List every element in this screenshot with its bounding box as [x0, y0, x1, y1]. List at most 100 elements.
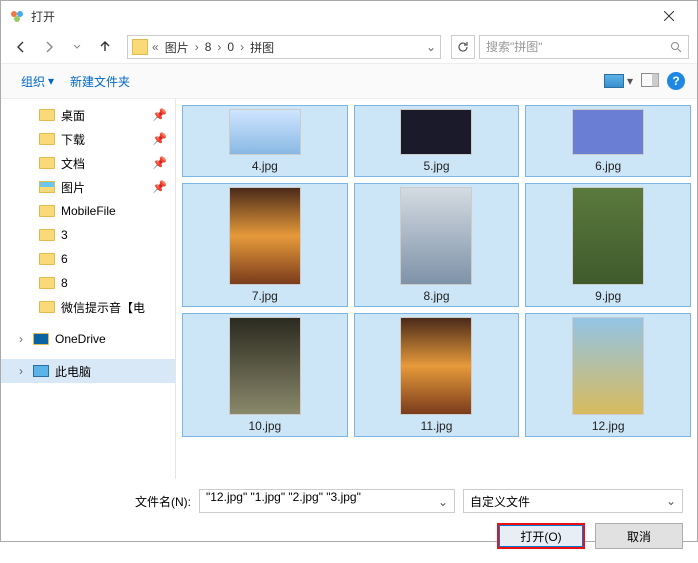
close-button[interactable]	[649, 1, 689, 31]
view-mode-button[interactable]: ▾	[604, 74, 633, 88]
cancel-button[interactable]: 取消	[595, 523, 683, 549]
thumbnail	[400, 109, 472, 155]
folder-icon	[39, 229, 55, 241]
file-name: 11.jpg	[421, 419, 453, 433]
file-item[interactable]: 10.jpg	[182, 313, 348, 437]
thumbnail	[572, 317, 644, 415]
sidebar-item[interactable]: 6	[1, 247, 175, 271]
open-button[interactable]: 打开(O)	[497, 523, 585, 549]
pin-icon: 📌	[152, 156, 167, 170]
sidebar-item[interactable]: MobileFile	[1, 199, 175, 223]
thumbnail	[229, 187, 301, 285]
sidebar-item[interactable]: 3	[1, 223, 175, 247]
sidebar-label: 6	[61, 252, 68, 266]
file-item[interactable]: 6.jpg	[525, 105, 691, 177]
help-button[interactable]: ?	[667, 72, 685, 90]
search-input[interactable]	[486, 40, 670, 54]
file-item[interactable]: 8.jpg	[354, 183, 520, 307]
nav-row: « 图片 › 8 › 0 › 拼图 ⌄	[1, 31, 697, 63]
sidebar-item[interactable]: 图片 📌	[1, 175, 175, 199]
folder-icon	[39, 181, 55, 193]
thumbnail	[400, 317, 472, 415]
breadcrumb-item[interactable]: 拼图	[248, 39, 276, 56]
search-icon	[670, 41, 682, 53]
breadcrumb[interactable]: « 图片 › 8 › 0 › 拼图 ⌄	[127, 35, 441, 59]
file-item[interactable]: 9.jpg	[525, 183, 691, 307]
file-name: 6.jpg	[595, 159, 621, 173]
recent-dropdown[interactable]	[65, 35, 89, 59]
sidebar-label: 图片	[61, 179, 85, 196]
pin-icon: 📌	[152, 132, 167, 146]
sidebar-label: OneDrive	[55, 332, 106, 346]
file-item[interactable]: 12.jpg	[525, 313, 691, 437]
file-name: 7.jpg	[252, 289, 278, 303]
chevron-down-icon[interactable]: ⌄	[426, 40, 436, 54]
toolbar: 组织 ▾ 新建文件夹 ▾ ?	[1, 63, 697, 99]
pc-icon	[33, 365, 49, 377]
window-title: 打开	[31, 8, 649, 25]
chevron-down-icon[interactable]: ⌄	[438, 495, 450, 509]
folder-icon	[39, 109, 55, 121]
thumbnail	[229, 109, 301, 155]
filetype-select[interactable]: 自定义文件 ⌄	[463, 489, 683, 513]
folder-icon	[132, 39, 148, 55]
preview-pane-button[interactable]	[641, 73, 659, 90]
folder-icon	[39, 253, 55, 265]
refresh-button[interactable]	[451, 35, 475, 59]
sidebar-item[interactable]: 8	[1, 271, 175, 295]
titlebar: 打开	[1, 1, 697, 31]
sidebar-item[interactable]: 桌面 📌	[1, 103, 175, 127]
footer: 文件名(N): "12.jpg" "1.jpg" "2.jpg" "3.jpg"…	[1, 479, 697, 563]
chevron-right-icon: ›	[215, 40, 223, 54]
filetype-value: 自定义文件	[470, 493, 530, 510]
file-item[interactable]: 5.jpg	[354, 105, 520, 177]
breadcrumb-item[interactable]: 0	[225, 40, 236, 54]
onedrive-icon	[33, 333, 49, 345]
up-button[interactable]	[93, 35, 117, 59]
pin-icon: 📌	[152, 180, 167, 194]
sidebar-label: MobileFile	[61, 204, 116, 218]
sidebar-label: 8	[61, 276, 68, 290]
chevron-right-icon: ›	[19, 364, 27, 378]
folder-icon	[39, 133, 55, 145]
file-name: 4.jpg	[252, 159, 278, 173]
folder-icon	[39, 205, 55, 217]
sidebar-label: 文档	[61, 155, 85, 172]
folder-icon	[39, 301, 55, 313]
sidebar-label: 桌面	[61, 107, 85, 124]
thumbnail	[572, 187, 644, 285]
chevron-right-icon: ›	[19, 332, 27, 346]
breadcrumb-item[interactable]: 8	[203, 40, 214, 54]
file-name: 10.jpg	[248, 419, 281, 433]
thumbnail	[572, 109, 644, 155]
file-item[interactable]: 7.jpg	[182, 183, 348, 307]
sidebar-label: 微信提示音【电	[61, 299, 145, 316]
chevron-down-icon[interactable]: ⌄	[666, 494, 678, 508]
file-item[interactable]: 11.jpg	[354, 313, 520, 437]
search-box[interactable]	[479, 35, 689, 59]
folder-icon	[39, 277, 55, 289]
chevron-down-icon: ▾	[48, 74, 54, 88]
back-button[interactable]	[9, 35, 33, 59]
thumbnail	[229, 317, 301, 415]
sidebar-item-onedrive[interactable]: › OneDrive	[1, 327, 175, 351]
file-item[interactable]: 4.jpg	[182, 105, 348, 177]
filename-input[interactable]: "12.jpg" "1.jpg" "2.jpg" "3.jpg" ⌄	[199, 489, 455, 513]
chevron-right-icon: ›	[193, 40, 201, 54]
organize-button[interactable]: 组织 ▾	[13, 69, 62, 94]
sidebar-item-thispc[interactable]: › 此电脑	[1, 359, 175, 383]
breadcrumb-item[interactable]: 图片	[163, 39, 191, 56]
sidebar-item[interactable]: 微信提示音【电	[1, 295, 175, 319]
sidebar: 桌面📌下载📌文档📌图片📌MobileFile368微信提示音【电 › OneDr…	[1, 99, 176, 479]
sidebar-label: 3	[61, 228, 68, 242]
sidebar-item[interactable]: 下载📌	[1, 127, 175, 151]
pin-icon: 📌	[152, 108, 167, 122]
newfolder-button[interactable]: 新建文件夹	[62, 69, 138, 94]
forward-button[interactable]	[37, 35, 61, 59]
sidebar-label: 此电脑	[55, 363, 91, 380]
filename-label: 文件名(N):	[135, 493, 191, 510]
file-grid: 4.jpg 5.jpg 6.jpg 7.jpg 8.jpg9.jpg 10.jpg 11.j…	[176, 99, 697, 479]
file-name: 12.jpg	[592, 419, 625, 433]
sidebar-item[interactable]: 文档 📌	[1, 151, 175, 175]
chevron-left-icon: «	[150, 40, 161, 54]
